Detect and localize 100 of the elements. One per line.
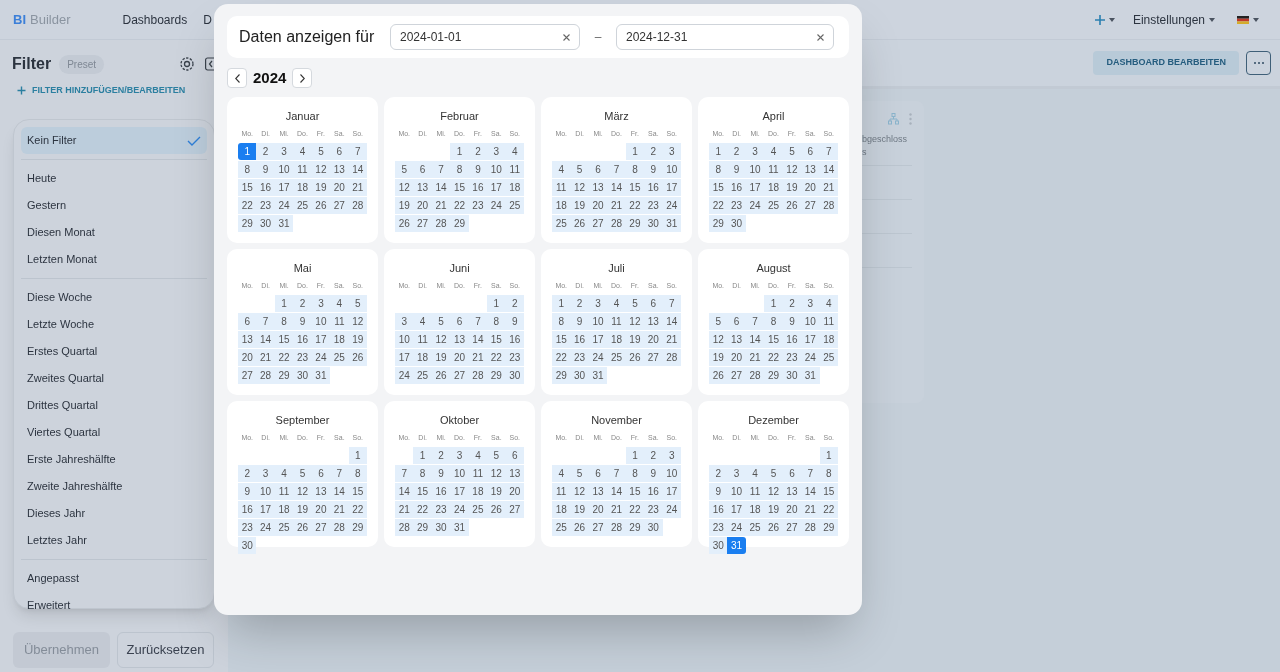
day-cell[interactable]: 11: [293, 161, 312, 178]
day-cell[interactable]: 18: [552, 197, 571, 214]
day-cell[interactable]: 10: [801, 313, 820, 330]
day-cell[interactable]: 20: [801, 179, 820, 196]
day-cell[interactable]: 19: [293, 501, 312, 518]
day-cell[interactable]: 24: [801, 349, 820, 366]
day-cell[interactable]: 13: [450, 331, 469, 348]
day-cell[interactable]: 5: [487, 447, 506, 464]
day-cell[interactable]: 30: [709, 537, 728, 554]
day-cell[interactable]: 24: [487, 197, 506, 214]
day-cell[interactable]: 16: [293, 331, 312, 348]
day-cell[interactable]: 25: [552, 519, 571, 536]
preset-item[interactable]: Letzten Monat: [21, 246, 207, 273]
day-cell[interactable]: 31: [801, 367, 820, 384]
day-cell[interactable]: 17: [395, 349, 414, 366]
day-cell[interactable]: 16: [727, 179, 746, 196]
day-cell[interactable]: 12: [570, 179, 589, 196]
day-cell[interactable]: 28: [330, 519, 349, 536]
day-cell[interactable]: 10: [256, 483, 275, 500]
day-cell[interactable]: 9: [293, 313, 312, 330]
day-cell[interactable]: 18: [764, 179, 783, 196]
preset-item[interactable]: Erste Jahreshälfte: [21, 446, 207, 473]
day-cell[interactable]: 20: [727, 349, 746, 366]
day-cell[interactable]: 2: [644, 143, 663, 160]
day-cell[interactable]: 26: [570, 519, 589, 536]
day-cell[interactable]: 14: [607, 483, 626, 500]
day-cell[interactable]: 19: [570, 501, 589, 518]
day-cell[interactable]: 27: [330, 197, 349, 214]
day-cell[interactable]: 1: [552, 295, 571, 312]
preset-item[interactable]: Diese Woche: [21, 284, 207, 311]
day-cell[interactable]: 23: [293, 349, 312, 366]
day-cell[interactable]: 4: [413, 313, 432, 330]
day-cell[interactable]: 19: [487, 483, 506, 500]
day-cell[interactable]: 17: [727, 501, 746, 518]
day-cell[interactable]: 5: [709, 313, 728, 330]
day-cell[interactable]: 23: [570, 349, 589, 366]
day-cell[interactable]: 25: [293, 197, 312, 214]
day-cell[interactable]: 11: [607, 313, 626, 330]
day-cell[interactable]: 18: [293, 179, 312, 196]
preset-item[interactable]: Viertes Quartal: [21, 419, 207, 446]
day-cell[interactable]: 26: [764, 519, 783, 536]
preset-item[interactable]: Zweite Jahreshälfte: [21, 473, 207, 500]
day-cell[interactable]: 21: [801, 501, 820, 518]
preset-item[interactable]: Letztes Jahr: [21, 527, 207, 554]
day-cell[interactable]: 30: [256, 215, 275, 232]
day-cell[interactable]: 13: [801, 161, 820, 178]
day-cell[interactable]: 17: [256, 501, 275, 518]
day-cell[interactable]: 12: [487, 465, 506, 482]
day-cell[interactable]: 6: [801, 143, 820, 160]
day-cell[interactable]: 26: [395, 215, 414, 232]
day-cell[interactable]: 27: [801, 197, 820, 214]
day-cell[interactable]: 6: [450, 313, 469, 330]
day-cell[interactable]: 21: [395, 501, 414, 518]
day-cell[interactable]: 7: [330, 465, 349, 482]
day-cell[interactable]: 29: [487, 367, 506, 384]
day-cell[interactable]: 30: [644, 215, 663, 232]
day-cell[interactable]: 5: [764, 465, 783, 482]
day-cell[interactable]: 26: [487, 501, 506, 518]
day-cell[interactable]: 30: [238, 537, 257, 554]
day-cell[interactable]: 24: [395, 367, 414, 384]
day-cell[interactable]: 10: [450, 465, 469, 482]
day-cell[interactable]: 22: [413, 501, 432, 518]
day-cell[interactable]: 12: [570, 483, 589, 500]
day-cell[interactable]: 9: [644, 161, 663, 178]
day-cell[interactable]: 14: [330, 483, 349, 500]
day-cell[interactable]: 23: [709, 519, 728, 536]
day-cell[interactable]: 16: [644, 483, 663, 500]
preset-item[interactable]: Letzte Woche: [21, 311, 207, 338]
day-cell[interactable]: 1: [625, 143, 645, 160]
day-cell[interactable]: 22: [487, 349, 506, 366]
day-cell[interactable]: 20: [644, 331, 663, 348]
day-cell[interactable]: 19: [764, 501, 783, 518]
preset-item[interactable]: Diesen Monat: [21, 219, 207, 246]
day-cell[interactable]: 2: [727, 143, 746, 160]
day-cell[interactable]: 13: [727, 331, 746, 348]
day-cell[interactable]: 23: [644, 197, 663, 214]
day-cell[interactable]: 9: [727, 161, 746, 178]
day-cell[interactable]: 2: [709, 465, 728, 482]
settings-menu[interactable]: Einstellungen: [1132, 10, 1215, 29]
day-cell[interactable]: 5: [570, 465, 589, 482]
day-cell[interactable]: 18: [607, 331, 626, 348]
day-cell[interactable]: 10: [487, 161, 506, 178]
day-cell[interactable]: 21: [607, 501, 626, 518]
day-cell[interactable]: 29: [413, 519, 432, 536]
day-cell[interactable]: 5: [570, 161, 589, 178]
day-cell[interactable]: 15: [764, 331, 783, 348]
day-cell[interactable]: 24: [727, 519, 746, 536]
day-cell[interactable]: 12: [709, 331, 728, 348]
add-menu[interactable]: [1093, 13, 1115, 26]
day-cell[interactable]: 1: [764, 295, 783, 312]
day-cell[interactable]: 13: [413, 179, 432, 196]
day-cell[interactable]: 30: [293, 367, 312, 384]
day-cell[interactable]: 29: [552, 367, 571, 384]
day-cell[interactable]: 9: [256, 161, 275, 178]
day-cell[interactable]: 27: [727, 367, 746, 384]
day-cell[interactable]: 14: [607, 179, 626, 196]
day-cell[interactable]: 22: [238, 197, 257, 214]
day-cell[interactable]: 2: [644, 447, 663, 464]
day-cell[interactable]: 1: [348, 447, 367, 464]
day-cell[interactable]: 20: [238, 349, 257, 366]
